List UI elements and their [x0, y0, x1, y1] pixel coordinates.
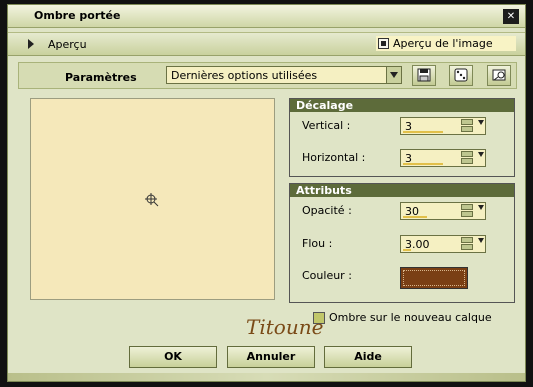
blur-dropdown-icon[interactable] [478, 238, 484, 243]
parameters-bar: Paramètres Dernières options utilisées [18, 62, 517, 89]
attributes-group-title: Attributs [290, 184, 514, 197]
window-title: Ombre portée [34, 9, 121, 22]
signature-watermark: Titoune [246, 315, 324, 339]
image-preview-toggle[interactable]: Aperçu de l'image [376, 36, 516, 51]
color-label: Couleur : [302, 269, 352, 282]
vertical-label: Vertical : [302, 119, 351, 132]
opacity-increment-button[interactable] [461, 204, 473, 210]
color-swatch[interactable] [400, 267, 468, 289]
reset-icon [492, 69, 506, 81]
opacity-spinbox[interactable]: 30 [400, 202, 486, 220]
horizontal-increment-button[interactable] [461, 151, 473, 157]
save-preset-button[interactable] [412, 65, 436, 86]
preview-section-label: Aperçu [48, 38, 87, 51]
attributes-group: Attributs Opacité : 30 Flou : 3.00 Coule… [289, 183, 515, 303]
close-button[interactable]: ✕ [503, 9, 519, 24]
vertical-slider-track[interactable] [403, 131, 443, 133]
preview-section-bar[interactable]: Aperçu Aperçu de l'image [8, 32, 525, 56]
vertical-decrement-button[interactable] [461, 126, 473, 132]
opacity-label: Opacité : [302, 204, 352, 217]
bottom-border [8, 373, 525, 381]
image-preview-checkbox[interactable] [378, 38, 389, 49]
blur-spinbox[interactable]: 3.00 [400, 235, 486, 253]
blur-decrement-button[interactable] [461, 244, 473, 250]
horizontal-stepper [461, 151, 473, 165]
floppy-disk-icon [417, 68, 431, 82]
image-preview-label: Aperçu de l'image [393, 37, 493, 50]
cancel-button[interactable]: Annuler [227, 346, 315, 368]
preset-dropdown[interactable]: Dernières options utilisées [166, 66, 402, 84]
horizontal-spinbox[interactable]: 3 [400, 149, 486, 167]
vertical-increment-button[interactable] [461, 119, 473, 125]
blur-stepper [461, 237, 473, 251]
horizontal-slider-track[interactable] [403, 163, 443, 165]
dialog-frame: Ombre portée ✕ Aperçu Aperçu de l'image … [7, 4, 526, 382]
preset-value: Dernières options utilisées [171, 69, 318, 82]
opacity-stepper [461, 204, 473, 218]
reset-button[interactable] [487, 65, 511, 86]
random-button[interactable] [449, 65, 473, 86]
vertical-spinbox[interactable]: 3 [400, 117, 486, 135]
opacity-decrement-button[interactable] [461, 211, 473, 217]
color-swatch-focus [403, 270, 465, 286]
vertical-stepper [461, 119, 473, 133]
new-layer-label: Ombre sur le nouveau calque [329, 311, 492, 324]
preset-dropdown-arrow[interactable] [386, 67, 401, 83]
blur-slider-track[interactable] [403, 249, 411, 251]
vertical-dropdown-icon[interactable] [478, 120, 484, 125]
horizontal-decrement-button[interactable] [461, 158, 473, 164]
chevron-down-icon [390, 72, 398, 78]
checkbox-dot-icon [381, 41, 386, 46]
ok-button[interactable]: OK [129, 346, 217, 368]
horizontal-dropdown-icon[interactable] [478, 152, 484, 157]
pan-cursor-icon [145, 193, 159, 207]
close-icon: ✕ [506, 11, 516, 22]
offset-group: Décalage Vertical : 3 Horizontal : 3 [289, 98, 515, 177]
opacity-dropdown-icon[interactable] [478, 205, 484, 210]
blur-increment-button[interactable] [461, 237, 473, 243]
dice-icon [454, 68, 468, 82]
opacity-slider-track[interactable] [403, 216, 427, 218]
title-bar[interactable]: Ombre portée ✕ [8, 5, 525, 28]
offset-group-title: Décalage [290, 99, 514, 112]
blur-label: Flou : [302, 237, 333, 250]
preview-pane[interactable] [30, 98, 275, 300]
dialog-window: Ombre portée ✕ Aperçu Aperçu de l'image … [0, 0, 533, 387]
help-button[interactable]: Aide [324, 346, 412, 368]
horizontal-label: Horizontal : [302, 151, 366, 164]
expand-triangle-icon[interactable] [28, 39, 34, 49]
parameters-label: Paramètres [65, 71, 137, 84]
